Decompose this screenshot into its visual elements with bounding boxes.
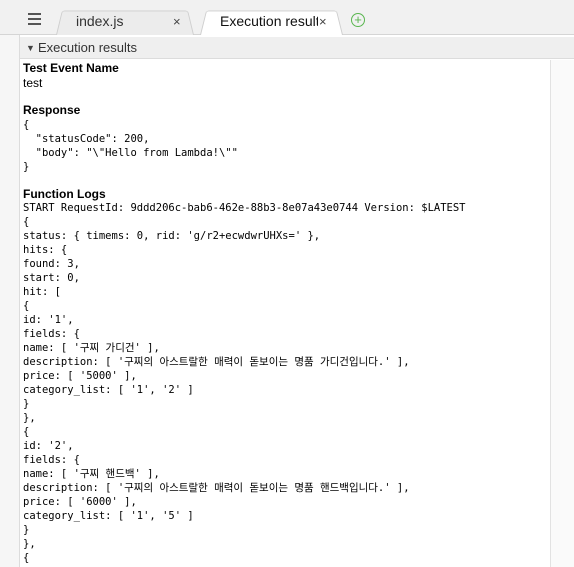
execution-results-header[interactable]: ▼ Execution results bbox=[20, 37, 574, 59]
tab-bar: index.js × Execution results × + bbox=[0, 0, 574, 36]
response-heading: Response bbox=[23, 103, 81, 117]
response-line: "body": "\"Hello from Lambda!\"" bbox=[23, 147, 238, 159]
right-gutter bbox=[550, 60, 574, 567]
log-line: category_list: [ '1', '5' ] bbox=[23, 510, 194, 522]
log-line: description: [ '구찌의 아스트랄한 매력이 돋보이는 명품 가디… bbox=[23, 356, 410, 368]
tab-label: index.js bbox=[76, 13, 124, 29]
add-tab-icon[interactable]: + bbox=[351, 13, 365, 27]
left-gutter-strip bbox=[0, 0, 20, 567]
log-line: { bbox=[23, 300, 30, 312]
log-line: description: [ '구찌의 아스트랄한 매력이 돋보이는 명품 핸드… bbox=[23, 482, 410, 494]
log-line: START RequestId: 9ddd206c-bab6-462e-88b3… bbox=[23, 202, 466, 214]
log-line: status: { timems: 0, rid: 'g/r2+ecwdwrUH… bbox=[23, 230, 321, 242]
response-body: { "statusCode": 200, "body": "\"Hello fr… bbox=[23, 118, 238, 174]
response-line: } bbox=[23, 161, 30, 173]
log-line: id: '2', bbox=[23, 440, 74, 452]
log-line: } bbox=[23, 398, 30, 410]
function-logs-heading: Function Logs bbox=[23, 187, 106, 201]
log-line: { bbox=[23, 552, 30, 564]
test-event-heading: Test Event Name bbox=[23, 61, 119, 75]
response-line: "statusCode": 200, bbox=[23, 133, 150, 145]
test-event-value: test bbox=[23, 76, 43, 90]
tab-label: Execution results bbox=[220, 13, 318, 29]
log-line: name: [ '구찌 가디건' ], bbox=[23, 342, 160, 354]
function-logs-body: START RequestId: 9ddd206c-bab6-462e-88b3… bbox=[23, 201, 466, 565]
log-line: hit: [ bbox=[23, 286, 61, 298]
caret-down-icon[interactable]: ▼ bbox=[26, 37, 35, 59]
log-line: { bbox=[23, 216, 30, 228]
log-line: hits: { bbox=[23, 244, 68, 256]
tab-menu-icon[interactable] bbox=[28, 13, 41, 25]
log-line: price: [ '6000' ], bbox=[23, 496, 137, 508]
tab-execution-results[interactable]: Execution results × bbox=[200, 8, 343, 36]
log-line: }, bbox=[23, 412, 36, 424]
results-content: Test Event Name test Response { "statusC… bbox=[20, 60, 550, 567]
log-line: { bbox=[23, 426, 30, 438]
log-line: name: [ '구찌 핸드백' ], bbox=[23, 468, 160, 480]
log-line: }, bbox=[23, 538, 36, 550]
response-line: { bbox=[23, 119, 30, 131]
tab-index-js[interactable]: index.js × bbox=[56, 8, 194, 36]
log-line: price: [ '5000' ], bbox=[23, 370, 137, 382]
log-line: fields: { bbox=[23, 454, 80, 466]
log-line: fields: { bbox=[23, 328, 80, 340]
log-line: start: 0, bbox=[23, 272, 80, 284]
close-icon[interactable]: × bbox=[319, 8, 327, 35]
log-line: id: '1', bbox=[23, 314, 74, 326]
close-icon[interactable]: × bbox=[173, 8, 181, 35]
section-title: Execution results bbox=[38, 40, 137, 55]
log-line: category_list: [ '1', '2' ] bbox=[23, 384, 194, 396]
log-line: found: 3, bbox=[23, 258, 80, 270]
log-line: } bbox=[23, 524, 30, 536]
